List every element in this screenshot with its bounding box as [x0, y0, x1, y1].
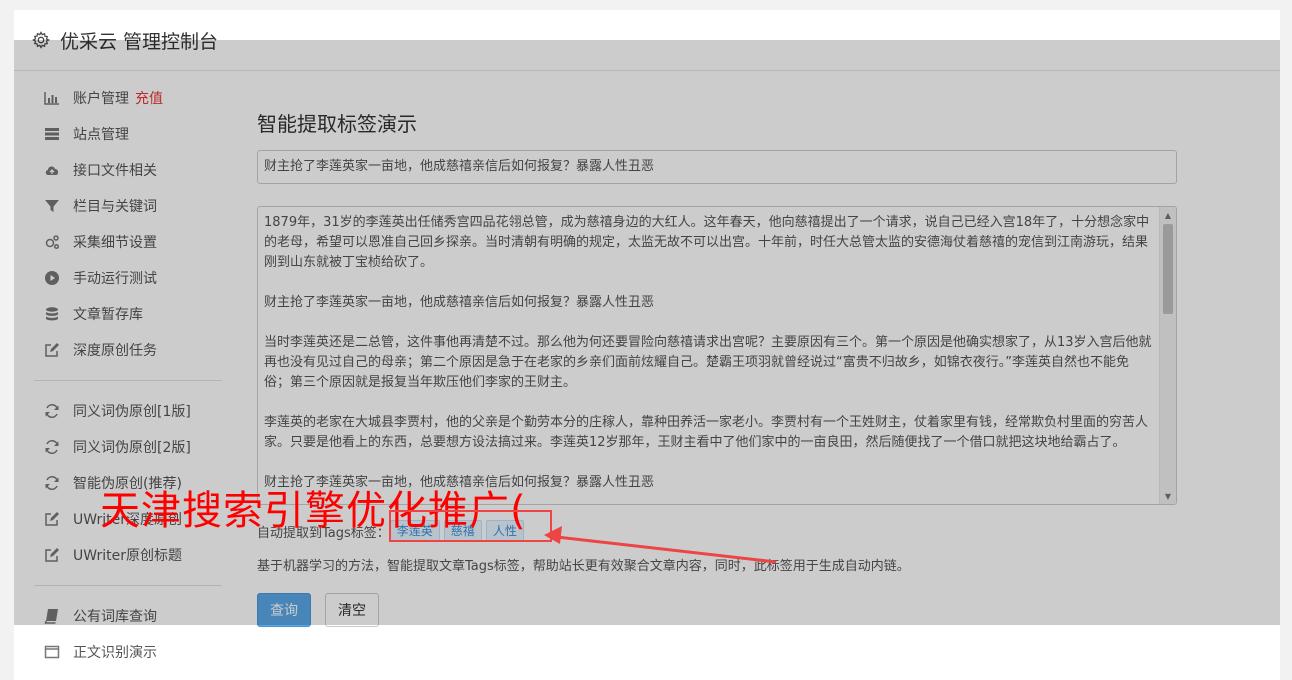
refresh-icon [45, 475, 59, 491]
sidebar-item[interactable]: 同义词伪原创[1版] [14, 393, 224, 429]
window-icon [44, 645, 60, 659]
book-icon [44, 609, 58, 624]
edit-icon [45, 512, 59, 526]
sidebar-item[interactable]: 站点管理 [14, 116, 224, 152]
sidebar-nav: 账户管理 充值站点管理接口文件相关 栏目与关键词 采集细节设置 手动运行测试 文章暂存库深… [14, 80, 224, 670]
content-paragraph: 1879年，31岁的李莲英出任储秀宫四品花翎总管，成为慈禧身边的大红人。这年春天… [264, 215, 1150, 270]
scroll-up-icon[interactable]: ▲ [1160, 207, 1176, 223]
content-text: 1879年，31岁的李莲英出任储秀宫四品花翎总管，成为慈禧身边的大红人。这年春天… [258, 207, 1159, 504]
title-input[interactable]: 财主抢了李莲英家一亩地，他成慈禧亲信后如何报复？暴露人性丑恶 [257, 150, 1177, 184]
sidebar-item[interactable]: 接口文件相关 [14, 152, 224, 188]
edit-icon [45, 548, 59, 562]
sidebar-item-label: 接口文件相关 [73, 163, 157, 179]
scroll-down-icon[interactable]: ▼ [1160, 488, 1176, 504]
sidebar-item[interactable]: 账户管理 充值 [14, 80, 224, 116]
sidebar-item-label: 文章暂存库 [73, 307, 143, 323]
sidebar-divider [34, 380, 222, 381]
sidebar-item[interactable]: 同义词伪原创[2版] [14, 429, 224, 465]
sidebar-item-label: 采集细节设置 [73, 235, 157, 251]
gear-icon [32, 31, 50, 49]
sidebar-item-label: 手动运行测试 [73, 271, 157, 287]
sidebar-item-label: 正文识别演示 [73, 645, 157, 661]
sidebar-item-label: 同义词伪原创[2版] [73, 440, 191, 456]
sidebar-item[interactable]: 公有词库查询 [14, 598, 224, 634]
sidebar-item-label: 站点管理 [73, 127, 129, 143]
tags-highlight-box [389, 510, 552, 542]
console-page: 优采云 管理控制台 账户管理 充值站点管理接口文件相关 栏目与关键词 采集细节设置 手动… [14, 10, 1280, 680]
play-icon [45, 271, 59, 285]
sidebar-item[interactable]: UWriter原创标题 [14, 537, 224, 573]
sidebar-item[interactable]: 手动运行测试 [14, 260, 224, 296]
sidebar-divider [34, 585, 222, 586]
content-paragraph: 当时李莲英还是二总管，这件事他再清楚不过。那么他为何还要冒险向慈禧请求出宫呢？主… [264, 335, 1152, 390]
sidebar-item-label: 账户管理 [73, 91, 129, 107]
filter-icon [45, 200, 59, 212]
sidebar-item-label: UWriter原创标题 [73, 548, 182, 564]
bar-chart-icon [44, 92, 59, 105]
textarea-scrollbar[interactable]: ▲ ▼ [1159, 207, 1176, 504]
content-paragraph: 财主抢了李莲英家一亩地，他成慈禧亲信后如何报复？暴露人性丑恶 [264, 295, 655, 310]
edit-icon [45, 343, 59, 357]
content-textarea[interactable]: 1879年，31岁的李莲英出任储秀宫四品花翎总管，成为慈禧身边的大红人。这年春天… [257, 206, 1177, 505]
section-heading: 智能提取标签演示 [257, 112, 417, 136]
scroll-thumb[interactable] [1163, 224, 1173, 314]
server-icon [45, 128, 59, 140]
sidebar-item-label: 栏目与关键词 [73, 199, 157, 215]
annotation-arrow [544, 526, 777, 564]
sidebar-item[interactable]: 正文识别演示 [14, 634, 224, 670]
sidebar-item[interactable]: 文章暂存库 [14, 296, 224, 332]
refresh-icon [45, 439, 59, 455]
sidebar-item-label: 公有词库查询 [73, 609, 157, 625]
recharge-link[interactable]: 充值 [135, 88, 163, 108]
content-paragraph: 李莲英的老家在大城县李贾村，他的父亲是个勤劳本分的庄稼人，靠种田养活一家老小。李… [264, 415, 1149, 450]
gears-icon [45, 235, 60, 250]
cloud-upload-icon [45, 166, 59, 175]
clear-button[interactable]: 清空 [325, 593, 379, 627]
database-icon [46, 307, 58, 321]
sidebar-item-label: 深度原创任务 [73, 343, 157, 359]
sidebar-item[interactable]: 深度原创任务 [14, 332, 224, 368]
sidebar-item-label: 同义词伪原创[1版] [73, 404, 191, 420]
sidebar-item[interactable]: 栏目与关键词 [14, 188, 224, 224]
refresh-icon [45, 403, 59, 419]
sidebar-item[interactable]: 采集细节设置 [14, 224, 224, 260]
header-bar: 优采云 管理控制台 [14, 10, 1280, 71]
query-button[interactable]: 查询 [257, 593, 311, 627]
page-title: 优采云 管理控制台 [60, 30, 219, 53]
